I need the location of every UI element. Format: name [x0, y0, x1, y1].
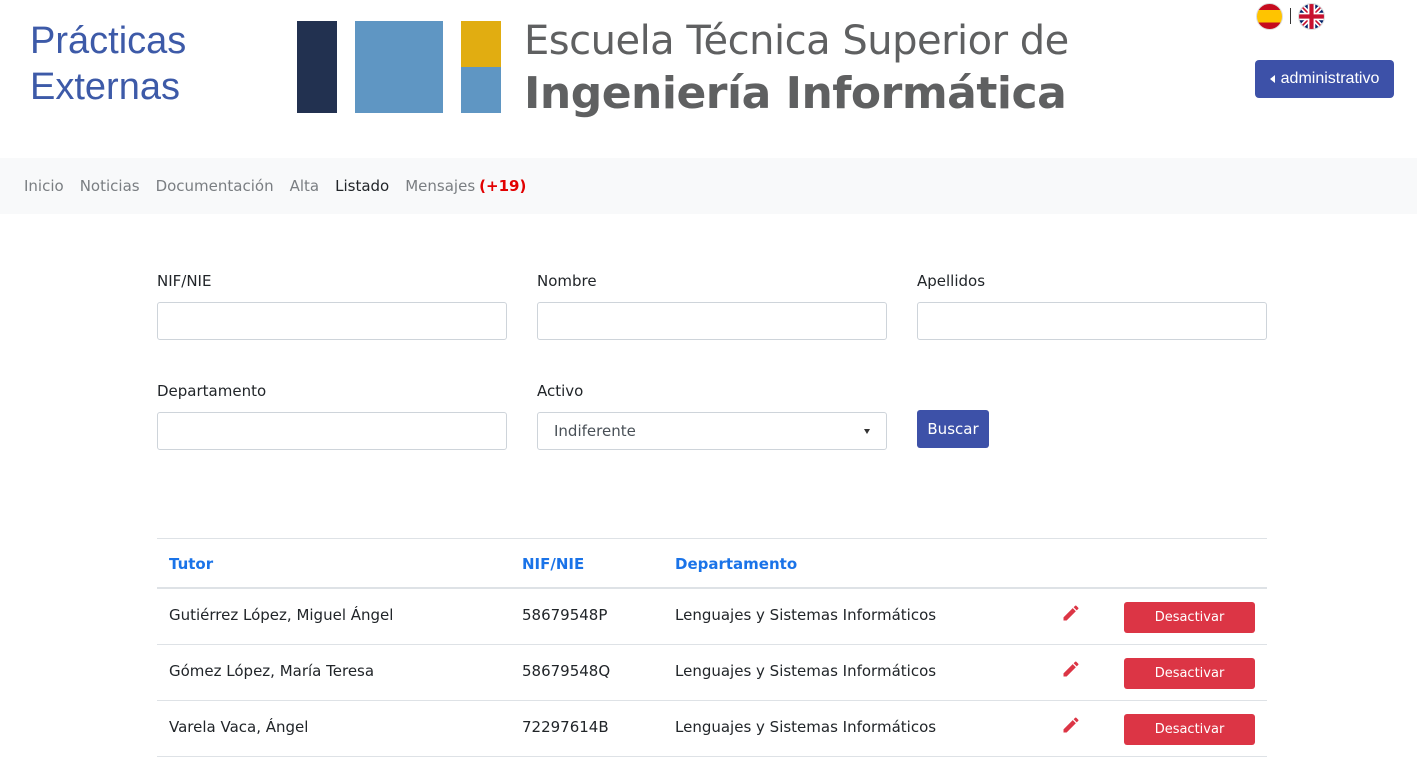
departamento-input[interactable] [157, 412, 507, 450]
deactivate-button[interactable]: Desactivar [1124, 658, 1255, 689]
apellidos-input[interactable] [917, 302, 1267, 340]
logo-block-yellow [461, 21, 501, 67]
nif-label: NIF/NIE [157, 272, 212, 290]
row-nif: 58679548P [522, 606, 608, 624]
uk-flag-icon[interactable] [1298, 2, 1325, 30]
deactivate-button[interactable]: Desactivar [1124, 714, 1255, 745]
table-header: Tutor NIF/NIE Departamento [157, 539, 1267, 589]
departamento-label: Departamento [157, 382, 267, 400]
language-switcher [1256, 2, 1325, 30]
user-menu-button[interactable]: administrativo [1255, 60, 1394, 98]
table-row: Gómez López, María Teresa 58679548Q Leng… [157, 645, 1267, 701]
nif-field: NIF/NIE [157, 270, 507, 340]
apellidos-label: Apellidos [917, 272, 986, 290]
nif-input[interactable] [157, 302, 507, 340]
table-row: Gutiérrez López, Miguel Ángel 58679548P … [157, 589, 1267, 645]
caret-down-icon [864, 428, 870, 434]
nav-item-mensajes-label: Mensajes [405, 177, 476, 195]
nav-item-documentacion[interactable]: Documentación [156, 177, 274, 195]
app-title-line2: Externas [30, 66, 180, 108]
row-tutor: Gutiérrez López, Miguel Ángel [169, 606, 394, 624]
activo-label: Activo [537, 382, 584, 400]
row-departamento: Lenguajes y Sistemas Informáticos [675, 718, 937, 736]
pencil-icon[interactable] [1061, 715, 1081, 735]
departamento-field: Departamento [157, 380, 507, 450]
row-nif: 72297614B [522, 718, 609, 736]
nombre-label: Nombre [537, 272, 597, 290]
apellidos-field: Apellidos [917, 270, 1267, 340]
column-header-departamento[interactable]: Departamento [675, 555, 797, 573]
row-nif: 58679548Q [522, 662, 611, 680]
nav-item-listado[interactable]: Listado [335, 177, 389, 195]
column-header-nif[interactable]: NIF/NIE [522, 555, 584, 573]
nav-item-noticias[interactable]: Noticias [80, 177, 140, 195]
spain-flag-icon[interactable] [1256, 2, 1283, 30]
user-menu-label: administrativo [1280, 70, 1380, 87]
logo-text-line1: Escuela Técnica Superior de [524, 18, 1069, 64]
nombre-input[interactable] [537, 302, 887, 340]
header: Prácticas Externas Escuela Técnica Super… [0, 0, 1417, 158]
row-departamento: Lenguajes y Sistemas Informáticos [675, 662, 937, 680]
caret-left-icon [1269, 75, 1275, 83]
table-row: Varela Vaca, Ángel 72297614B Lenguajes y… [157, 701, 1267, 757]
nombre-field: Nombre [537, 270, 887, 340]
logo-block-dark [297, 21, 337, 113]
pencil-icon[interactable] [1061, 659, 1081, 679]
messages-count-badge: (+19) [479, 177, 527, 195]
search-button[interactable]: Buscar [917, 410, 989, 448]
pencil-icon[interactable] [1061, 603, 1081, 623]
activo-field: Activo Indiferente [537, 380, 887, 450]
logo-block-blue [355, 21, 443, 113]
app-title[interactable]: Prácticas Externas [30, 18, 186, 110]
school-logo: Escuela Técnica Superior de Ingeniería I… [297, 18, 1117, 130]
language-separator [1290, 8, 1291, 24]
row-tutor: Varela Vaca, Ángel [169, 718, 309, 736]
nav-item-alta[interactable]: Alta [290, 177, 320, 195]
activo-select[interactable]: Indiferente [537, 412, 887, 450]
nav-item-mensajes[interactable]: Mensajes (+19) [405, 177, 526, 195]
nav-item-inicio[interactable]: Inicio [24, 177, 64, 195]
main-nav: Inicio Noticias Documentación Alta Lista… [0, 158, 1417, 214]
tutors-table: Tutor NIF/NIE Departamento Gutiérrez Lóp… [157, 538, 1267, 757]
row-departamento: Lenguajes y Sistemas Informáticos [675, 606, 937, 624]
column-header-tutor[interactable]: Tutor [169, 555, 213, 573]
logo-block-lightblue [461, 67, 501, 113]
uk-flag-graphic [1299, 3, 1324, 29]
activo-selected-value: Indiferente [554, 422, 636, 440]
logo-text-line2: Ingeniería Informática [524, 68, 1067, 119]
deactivate-button[interactable]: Desactivar [1124, 602, 1255, 633]
row-tutor: Gómez López, María Teresa [169, 662, 375, 680]
app-title-line1: Prácticas [30, 20, 187, 62]
